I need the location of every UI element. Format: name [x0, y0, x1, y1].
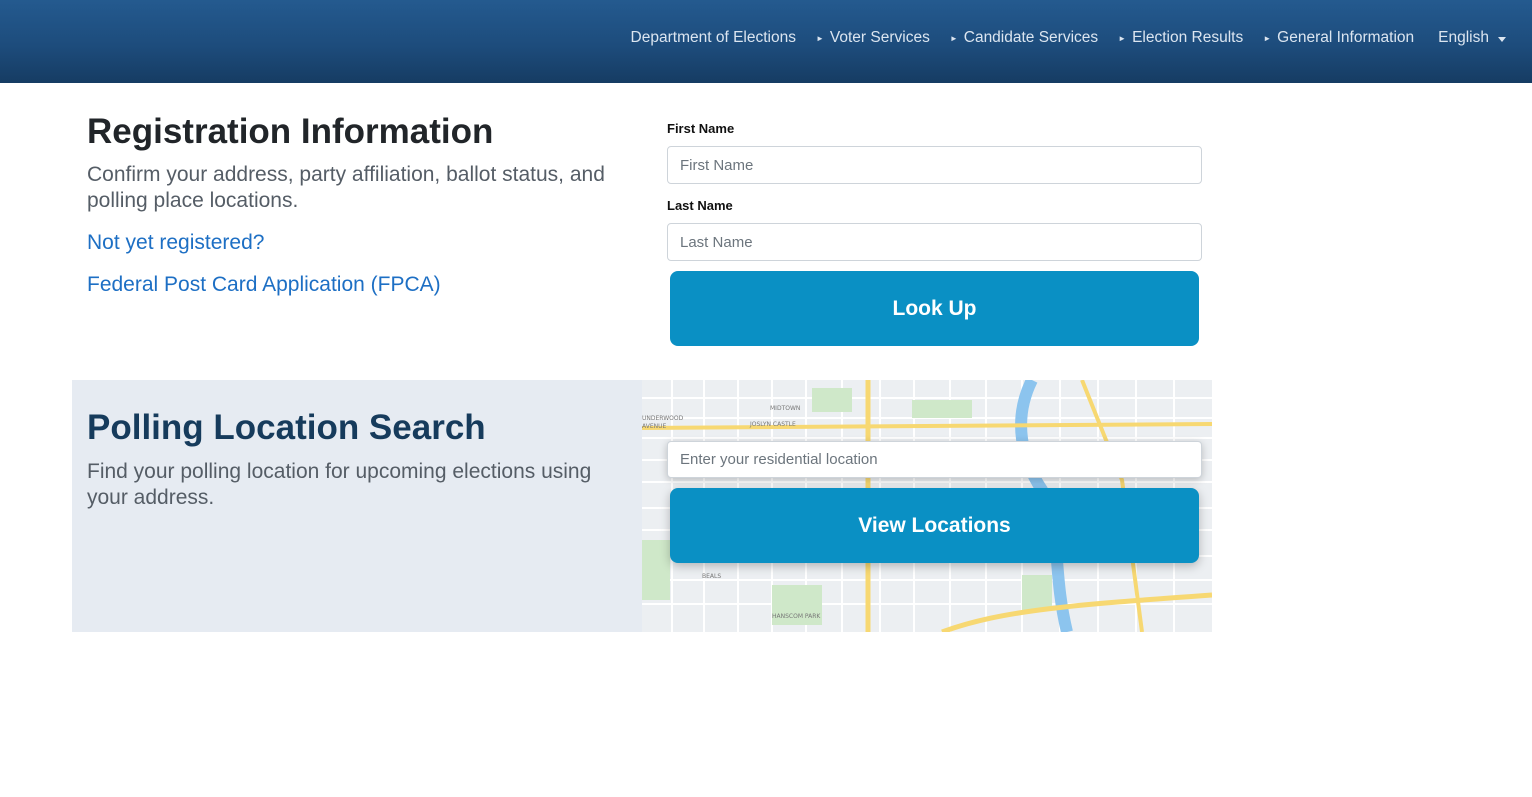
map-label-underwood: UNDERWOOD [642, 415, 684, 422]
triangle-right-icon: ► [815, 33, 824, 43]
map-label-hanscom-park: HANSCOM PARK [772, 613, 821, 620]
look-up-button[interactable]: Look Up [670, 271, 1199, 346]
nav-general-information[interactable]: ► General Information [1263, 29, 1414, 47]
chevron-down-icon [1498, 36, 1506, 42]
residential-location-input[interactable] [667, 441, 1202, 478]
nav-general-information-label: General Information [1277, 29, 1415, 46]
nav-voter-services[interactable]: ► Voter Services [816, 29, 930, 47]
last-name-input[interactable] [667, 223, 1202, 261]
nav-candidate-services-label: Candidate Services [963, 29, 1099, 46]
last-name-label: Last Name [667, 198, 733, 213]
view-locations-button[interactable]: View Locations [670, 488, 1199, 563]
nav-department-of-elections[interactable]: Department of Elections [631, 29, 796, 47]
map-label-midtown: MIDTOWN [770, 405, 800, 412]
nav-menu: Department of Elections ► Voter Services … [631, 26, 1532, 50]
fpca-link[interactable]: Federal Post Card Application (FPCA) [87, 273, 441, 297]
language-dropdown[interactable]: English [1438, 29, 1506, 47]
triangle-right-icon: ► [1118, 33, 1127, 43]
nav-candidate-services[interactable]: ► Candidate Services [950, 29, 1098, 47]
nav-voter-services-label: Voter Services [829, 29, 930, 46]
triangle-right-icon: ► [1263, 33, 1272, 43]
registration-title: Registration Information [87, 112, 494, 151]
registration-subtitle: Confirm your address, party affiliation,… [87, 163, 605, 212]
map-label-avenue: AVENUE [642, 423, 666, 430]
language-label: English [1438, 29, 1489, 46]
not-registered-link[interactable]: Not yet registered? [87, 231, 264, 255]
first-name-input[interactable] [667, 146, 1202, 184]
polling-subtitle: Find your polling location for upcoming … [87, 460, 592, 509]
polling-title: Polling Location Search [87, 408, 486, 447]
top-navbar: Department of Elections ► Voter Services … [0, 0, 1532, 83]
first-name-label: First Name [667, 121, 735, 136]
map-label-beals: BEALS [702, 573, 721, 580]
nav-election-results-label: Election Results [1132, 29, 1244, 46]
triangle-right-icon: ► [949, 33, 958, 43]
map-label-joslyn-castle: JOSLYN CASTLE [749, 421, 796, 428]
nav-election-results[interactable]: ► Election Results [1118, 29, 1243, 47]
